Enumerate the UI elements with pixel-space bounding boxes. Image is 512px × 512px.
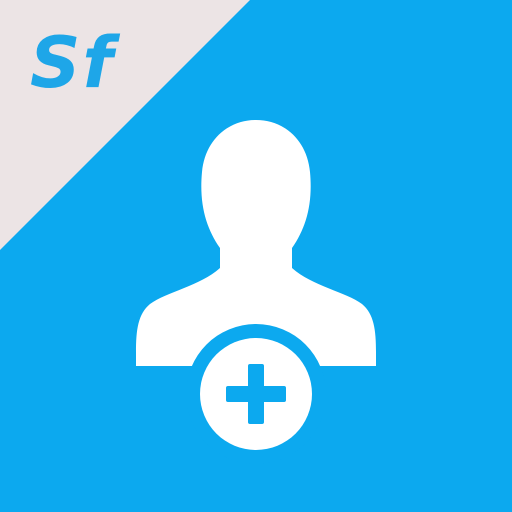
plus-horizontal [226, 386, 286, 402]
person-head [201, 120, 311, 280]
app-icon: Sf [0, 0, 512, 512]
add-user-icon [136, 120, 376, 464]
